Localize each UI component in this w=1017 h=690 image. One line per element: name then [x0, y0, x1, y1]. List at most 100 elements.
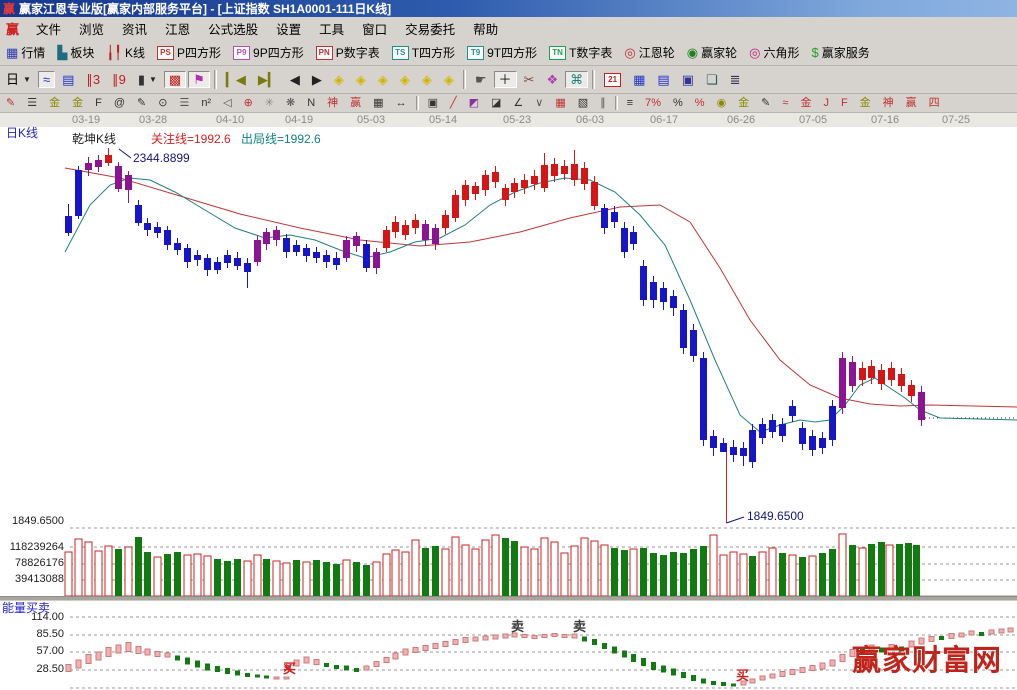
btn-winner-wheel-button[interactable]: ◉赢家轮 [682, 42, 742, 63]
nav-snapshot-button[interactable]: ❏ [701, 71, 723, 88]
menu-settings[interactable]: 设置 [267, 16, 310, 41]
btn-9t-square-button[interactable]: T99T四方形 [462, 42, 542, 63]
draw-ruler-123-button[interactable]: ▦ [368, 96, 388, 111]
draw-v-wave-button[interactable]: ∨ [530, 96, 548, 111]
draw-wave-band-button[interactable]: ≈ [777, 96, 793, 111]
nav-matrix-button[interactable]: ▦ [628, 71, 650, 88]
nav-erase-tool-button[interactable]: ✂ [519, 71, 540, 88]
nav-zoom-in-button[interactable]: ◈ [395, 71, 415, 88]
chart-canvas[interactable] [0, 113, 1017, 690]
menu-gann[interactable]: 江恩 [156, 16, 199, 41]
draw-pen-tool-button[interactable]: ✎ [1, 96, 20, 111]
draw-angle-mirror-button[interactable]: ◁ [218, 96, 236, 111]
nav-memo-button[interactable]: ▤ [652, 71, 674, 88]
btn-quotes-button[interactable]: ▦行情 [1, 42, 50, 63]
nav-ma-3-button[interactable]: ∥3 [81, 71, 105, 88]
nav-first-bar-button[interactable]: ▎◀ [221, 71, 251, 88]
nav-zoom-horizontal-button[interactable]: ◈ [373, 71, 393, 88]
draw-f-angle-button[interactable]: F [836, 96, 853, 111]
nav-calendar-21-button[interactable]: 21 [599, 71, 626, 89]
draw-gann-fan-8-button[interactable]: ✳ [260, 96, 279, 111]
menu-tools[interactable]: 工具 [310, 16, 353, 41]
draw-parallel-lines-button[interactable]: ∥ [595, 96, 611, 111]
menu-formula-stock-pick[interactable]: 公式选股 [199, 16, 267, 41]
draw-spider-web-button[interactable]: ❋ [281, 96, 300, 111]
draw-span-measure-button[interactable]: ↔ [391, 96, 412, 111]
draw-pen-ruler-button[interactable]: ✎ [132, 96, 151, 111]
nav-qiankun-kline-button[interactable]: ▩ [164, 71, 186, 88]
draw-gold-red-button[interactable]: 金 [795, 96, 816, 111]
nav-pan-hand-button[interactable]: ☛ [470, 71, 492, 88]
draw-j-angle-button[interactable]: J [818, 96, 834, 111]
draw-grid-arrow-button[interactable]: ▧ [573, 96, 593, 111]
draw-f-lines-button[interactable]: F [90, 96, 107, 111]
draw-ying-angle-button[interactable]: 赢 [901, 96, 922, 111]
nav-tools-box-button[interactable]: ❖ [541, 71, 563, 88]
draw-percent-7-button[interactable]: 7% [640, 96, 666, 111]
nav-save-button[interactable]: ▣ [677, 71, 699, 88]
btn-kline-button[interactable]: ╽╿K线 [101, 42, 150, 63]
draw-angle-set-button[interactable]: ∠ [508, 96, 528, 111]
menu-trade-entrust[interactable]: 交易委托 [396, 16, 464, 41]
nav-overlay-style-button[interactable]: ≈ [38, 71, 55, 88]
draw-si-angle-button[interactable]: 四 [924, 96, 945, 111]
nav-zoom-out-button[interactable]: ◈ [417, 71, 437, 88]
nav-info-panel-button[interactable]: ▤ [57, 71, 79, 88]
draw-tick-ruler-button[interactable]: ☰ [174, 96, 194, 111]
menu-help[interactable]: 帮助 [464, 16, 507, 41]
menu-browse[interactable]: 浏览 [70, 16, 113, 41]
nav-zoom-all-button[interactable]: ◈ [439, 71, 459, 88]
draw-grid-red-button[interactable]: ▦ [550, 96, 570, 111]
draw-fan-lines-button[interactable]: ╱ [445, 96, 462, 111]
btn-t-number-table-button[interactable]: TNT数字表 [544, 42, 617, 63]
menu-window[interactable]: 窗口 [353, 16, 396, 41]
draw-gann-target-button[interactable]: ⊕ [239, 96, 258, 111]
btn-p-square-button[interactable]: PSP四方形 [152, 42, 226, 63]
draw-price-marks-button[interactable]: ≡ [622, 96, 638, 111]
draw-shen-tool-button[interactable]: 神 [322, 96, 343, 111]
draw-shen-angle-button[interactable]: 神 [878, 96, 899, 111]
draw-cycle-circle-button[interactable]: ⊙ [153, 96, 172, 111]
draw-spiral-button[interactable]: @ [109, 96, 130, 111]
nav-period-day-button[interactable]: 日▼ [1, 71, 36, 88]
nav-crosshair-button[interactable]: ＋ [494, 71, 517, 88]
draw-box-tool-button[interactable]: ▣ [423, 96, 443, 111]
nav-prev-bar-button[interactable]: ◀ [285, 71, 305, 88]
btn-sectors-button[interactable]: ▙板块 [52, 42, 99, 63]
btn-t-square-button[interactable]: TST四方形 [387, 42, 460, 63]
nav-shift-right-button[interactable]: ◈ [351, 71, 371, 88]
nav-ma-9-icon: ∥9 [112, 73, 126, 86]
menu-info[interactable]: 资讯 [113, 16, 156, 41]
draw-box-fan-button[interactable]: ◩ [464, 96, 484, 111]
title-bar[interactable]: 赢 赢家江恩专业版[赢家内部服务平台] - [上证指数 SH1A0001-111… [0, 0, 1017, 17]
nav-last-bar-button[interactable]: ▶▎ [253, 71, 283, 88]
draw-gold-lines-2-button[interactable]: 金 [67, 96, 88, 111]
btn-winner-service-button[interactable]: $赢家服务 [807, 42, 875, 63]
draw-hline-tool-button[interactable]: ☰ [22, 96, 42, 111]
btn-9p-square-button[interactable]: P99P四方形 [228, 42, 309, 63]
nav-print-button[interactable]: ≣ [725, 71, 746, 88]
draw-gold-bars-button[interactable]: 金 [733, 96, 754, 111]
nav-candle-style-button[interactable]: ▮▼ [133, 71, 162, 88]
draw-box-fan-dark-button[interactable]: ◪ [486, 96, 506, 111]
draw-percent-button[interactable]: % [668, 96, 688, 111]
btn-hexagon-button[interactable]: ◎六角形 [744, 42, 804, 63]
pane-separator[interactable] [0, 596, 1017, 601]
nav-color-flag-button[interactable]: ⚑ [188, 71, 210, 88]
draw-percent-lines-button[interactable]: % [690, 96, 710, 111]
menu-file[interactable]: 文件 [27, 16, 70, 41]
draw-gold-angle-button[interactable]: 金 [855, 96, 876, 111]
nav-number-mode-button[interactable]: ⌘ [565, 71, 588, 88]
nav-next-bar-button[interactable]: ▶ [307, 71, 327, 88]
nav-ma-9-button[interactable]: ∥9 [107, 71, 131, 88]
draw-ying-tool-button[interactable]: 赢 [345, 96, 366, 111]
draw-n-wave-button[interactable]: N [302, 96, 320, 111]
draw-pen-vertical-button[interactable]: ✎ [756, 96, 775, 111]
btn-p-number-table-button[interactable]: PNP数字表 [311, 42, 385, 63]
draw-gold-lines-button[interactable]: 金 [44, 96, 65, 111]
btn-gann-wheel-button[interactable]: ◎江恩轮 [619, 42, 679, 63]
draw-gold-circle-button[interactable]: ◉ [712, 96, 732, 111]
draw-cycle-circle-icon: ⊙ [158, 98, 167, 109]
draw-n-squared-button[interactable]: n² [196, 96, 216, 111]
nav-shift-left-button[interactable]: ◈ [329, 71, 349, 88]
